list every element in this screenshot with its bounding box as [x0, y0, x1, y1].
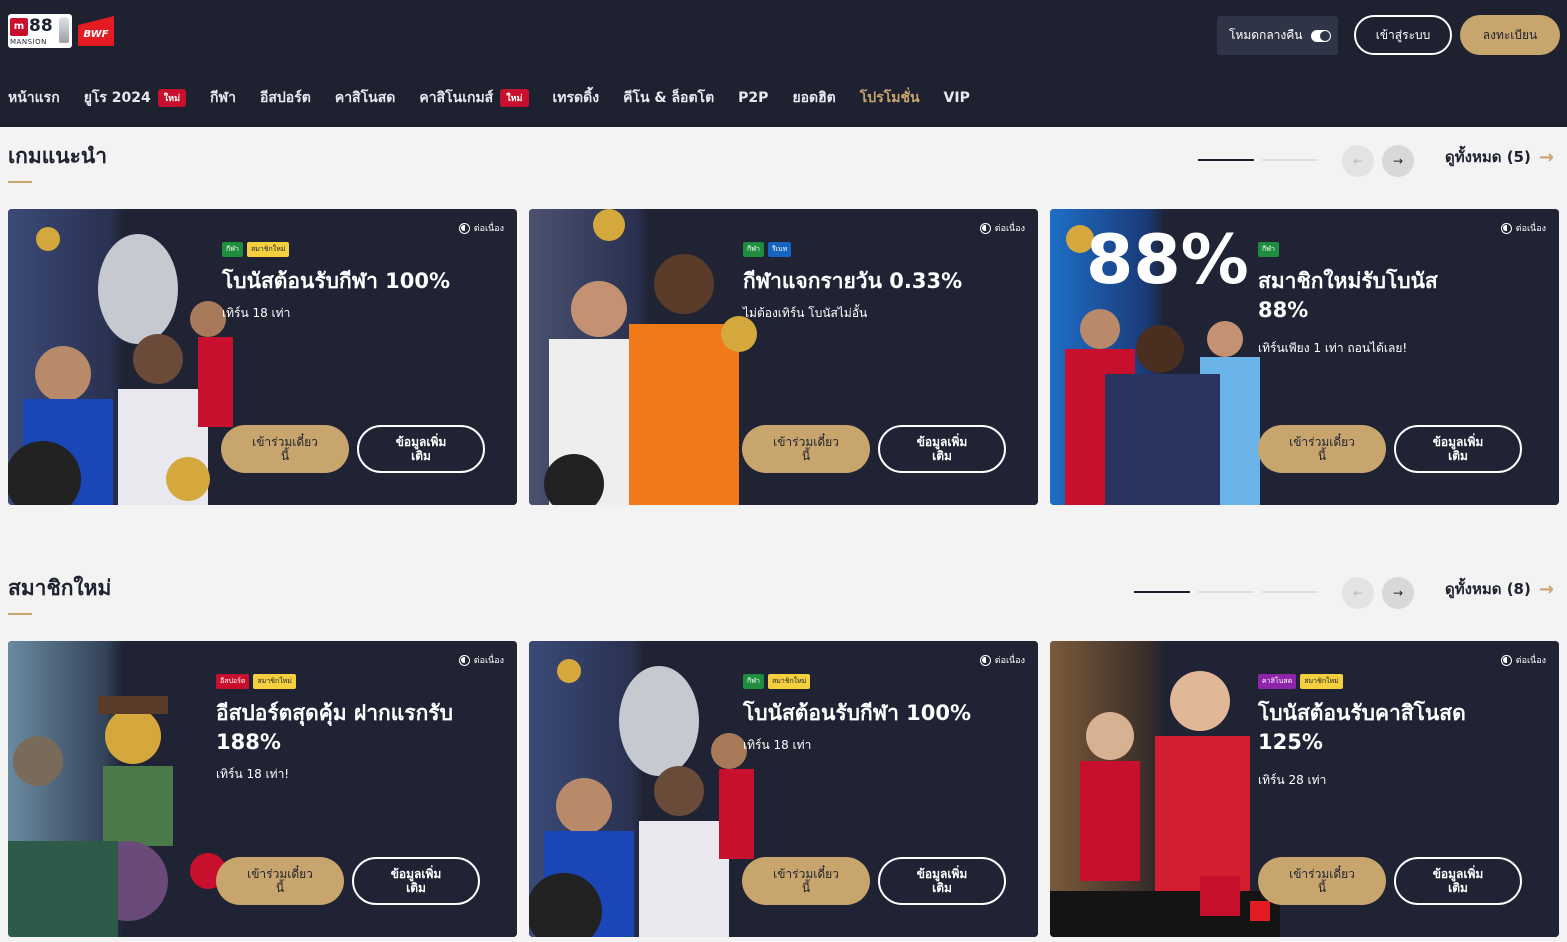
view-all-link[interactable]: ดูทั้งหมด (8) →: [1445, 577, 1554, 601]
arrow-right-icon: →: [1538, 146, 1554, 168]
category-tag: คาสิโนสด: [1258, 674, 1297, 689]
card-subtitle: เทิร์น 28 เท่า: [1258, 773, 1327, 787]
clock-icon: [458, 222, 470, 234]
more-info-button[interactable]: ข้อมูลเพิ่มเติม: [357, 425, 485, 473]
nav-item-keno-lotto[interactable]: คีโน & ล็อตโต: [623, 87, 714, 109]
category-tag: รีเบท: [767, 242, 792, 257]
nav-item-euro[interactable]: ยูโร 2024 ใหม่: [84, 87, 187, 109]
dark-mode-label: โหมดกลางคืน: [1229, 28, 1303, 42]
clock-icon: [979, 654, 991, 666]
nav-item-p2p[interactable]: P2P: [738, 90, 768, 106]
title-underline: [8, 613, 32, 615]
more-info-button[interactable]: ข้อมูลเพิ่มเติม: [878, 857, 1006, 905]
nav-item-promotions[interactable]: โปรโมชั่น: [860, 87, 920, 109]
nav-item-sports[interactable]: กีฬา: [210, 87, 236, 109]
category-tag: กีฬา: [1258, 242, 1279, 257]
category-tag: สมาชิกใหม่: [246, 242, 290, 257]
card-title: โบนัสต้อนรับกีฬา 100%: [743, 701, 972, 725]
join-now-button[interactable]: เข้าร่วมเดี๋ยวนี้: [1258, 425, 1386, 473]
category-tag: อีสปอร์ต: [216, 674, 250, 689]
nav-item-popular[interactable]: ยอดฮิต: [792, 87, 835, 109]
more-info-button[interactable]: ข้อมูลเพิ่มเติม: [878, 425, 1006, 473]
promo-card[interactable]: ต่อเนื่อง คาสิโนสด สมาชิกใหม่ โบนัสต้อนรั…: [1050, 641, 1559, 937]
m88-logo: m 88 MANSION: [8, 14, 72, 48]
card-subtitle: ไม่ต้องเทิร์น โบนัสไม่อั้น: [743, 306, 868, 320]
carousel-dot[interactable]: [1262, 591, 1318, 593]
ongoing-status: ต่อเนื่อง: [458, 221, 504, 235]
card-title: โบนัสต้อนรับคาสิโนสด 125%: [1258, 701, 1466, 754]
card-title: โบนัสต้อนรับกีฬา 100%: [222, 269, 451, 293]
ongoing-status: ต่อเนื่อง: [458, 653, 504, 667]
category-tag: กีฬา: [743, 242, 764, 257]
category-tag: กีฬา: [743, 674, 764, 689]
clock-icon: [458, 654, 470, 666]
promo-card[interactable]: ต่อเนื่อง กีฬา รีเบท กีฬาแจกรายวัน 0.33% …: [529, 209, 1038, 505]
promo-card[interactable]: 88% ต่อเนื่อง กีฬา สมาชิกใหม่รับโบนัส 88…: [1050, 209, 1559, 505]
site-header: m 88 MANSION BWF โหมดกลางคืน เข้าสู่ระบบ…: [0, 0, 1567, 127]
nav-item-home[interactable]: หน้าแรก: [8, 87, 60, 109]
card-subtitle: เทิร์น 18 เท่า!: [216, 767, 290, 781]
card-subtitle: เทิร์น 18 เท่า: [222, 306, 291, 320]
card-title: อีสปอร์ตสุดคุ้ม ฝากแรกรับ 188%: [216, 701, 453, 754]
nav-item-casino-games[interactable]: คาสิโนเกมส์ ใหม่: [419, 87, 529, 109]
section-title-recommended: เกมแนะนำ: [8, 144, 108, 168]
promo-card[interactable]: ต่อเนื่อง อีสปอร์ต สมาชิกใหม่ อีสปอร์ตสุด…: [8, 641, 517, 937]
card-title: กีฬาแจกรายวัน 0.33%: [743, 269, 963, 293]
carousel-indicator: [1198, 159, 1318, 161]
toggle-switch[interactable]: [1310, 29, 1331, 42]
new-badge: ใหม่: [500, 89, 529, 107]
register-button[interactable]: ลงทะเบียน: [1460, 15, 1560, 55]
clock-icon: [979, 222, 991, 234]
promo-card[interactable]: ต่อเนื่อง กีฬา สมาชิกใหม่ โบนัสต้อนรับกีฬ…: [8, 209, 517, 505]
card-subtitle: เทิร์นเพียง 1 เท่า ถอนได้เลย!: [1258, 341, 1408, 355]
next-arrow-button[interactable]: →: [1382, 577, 1414, 609]
trophy-icon: [59, 17, 69, 43]
join-now-button[interactable]: เข้าร่วมเดี๋ยวนี้: [742, 857, 870, 905]
join-now-button[interactable]: เข้าร่วมเดี๋ยวนี้: [742, 425, 870, 473]
nav-item-live-casino[interactable]: คาสิโนสด: [335, 87, 396, 109]
section-title-new-members: สมาชิกใหม่: [8, 576, 112, 600]
arrow-right-icon: →: [1538, 578, 1554, 600]
prev-arrow-button[interactable]: ←: [1342, 577, 1374, 609]
category-tag: สมาชิกใหม่: [767, 674, 811, 689]
promo-big-text: 88%: [1086, 221, 1249, 300]
card-subtitle: เทิร์น 18 เท่า: [743, 738, 812, 752]
more-info-button[interactable]: ข้อมูลเพิ่มเติม: [352, 857, 480, 905]
carousel-dot[interactable]: [1134, 591, 1190, 593]
login-button[interactable]: เข้าสู่ระบบ: [1354, 15, 1452, 55]
carousel-indicator: [1134, 591, 1318, 593]
clock-icon: [1500, 222, 1512, 234]
category-tag: สมาชิกใหม่: [1300, 674, 1343, 689]
title-underline: [8, 181, 32, 183]
new-badge: ใหม่: [157, 89, 187, 107]
more-info-button[interactable]: ข้อมูลเพิ่มเติม: [1394, 857, 1522, 905]
carousel-dot[interactable]: [1198, 591, 1254, 593]
ongoing-status: ต่อเนื่อง: [1500, 653, 1546, 667]
category-tag: กีฬา: [222, 242, 243, 257]
next-arrow-button[interactable]: →: [1382, 145, 1414, 177]
ongoing-status: ต่อเนื่อง: [1500, 221, 1546, 235]
card-title: สมาชิกใหม่รับโบนัส 88%: [1258, 269, 1438, 322]
nav-item-vip[interactable]: VIP: [944, 90, 970, 106]
promo-card[interactable]: ต่อเนื่อง กีฬา สมาชิกใหม่ โบนัสต้อนรับกีฬ…: [529, 641, 1038, 937]
join-now-button[interactable]: เข้าร่วมเดี๋ยวนี้: [221, 425, 349, 473]
view-all-link[interactable]: ดูทั้งหมด (5) →: [1445, 145, 1554, 169]
clock-icon: [1500, 654, 1512, 666]
carousel-dot[interactable]: [1262, 159, 1318, 161]
nav-item-trading[interactable]: เทรดดิ้ง: [553, 87, 600, 109]
join-now-button[interactable]: เข้าร่วมเดี๋ยวนี้: [1258, 857, 1386, 905]
category-tag: สมาชิกใหม่: [253, 674, 296, 689]
dark-mode-toggle[interactable]: โหมดกลางคืน: [1217, 16, 1338, 55]
logo[interactable]: m 88 MANSION BWF: [8, 14, 114, 48]
prev-arrow-button[interactable]: ←: [1342, 145, 1374, 177]
main-nav: หน้าแรก ยูโร 2024 ใหม่ กีฬา อีสปอร์ต คาสิ…: [8, 86, 994, 110]
bwf-logo: BWF: [78, 16, 114, 46]
join-now-button[interactable]: เข้าร่วมเดี๋ยวนี้: [216, 857, 344, 905]
carousel-dot[interactable]: [1198, 159, 1254, 161]
nav-item-esports[interactable]: อีสปอร์ต: [260, 87, 311, 109]
more-info-button[interactable]: ข้อมูลเพิ่มเติม: [1394, 425, 1522, 473]
ongoing-status: ต่อเนื่อง: [979, 653, 1025, 667]
ongoing-status: ต่อเนื่อง: [979, 221, 1025, 235]
